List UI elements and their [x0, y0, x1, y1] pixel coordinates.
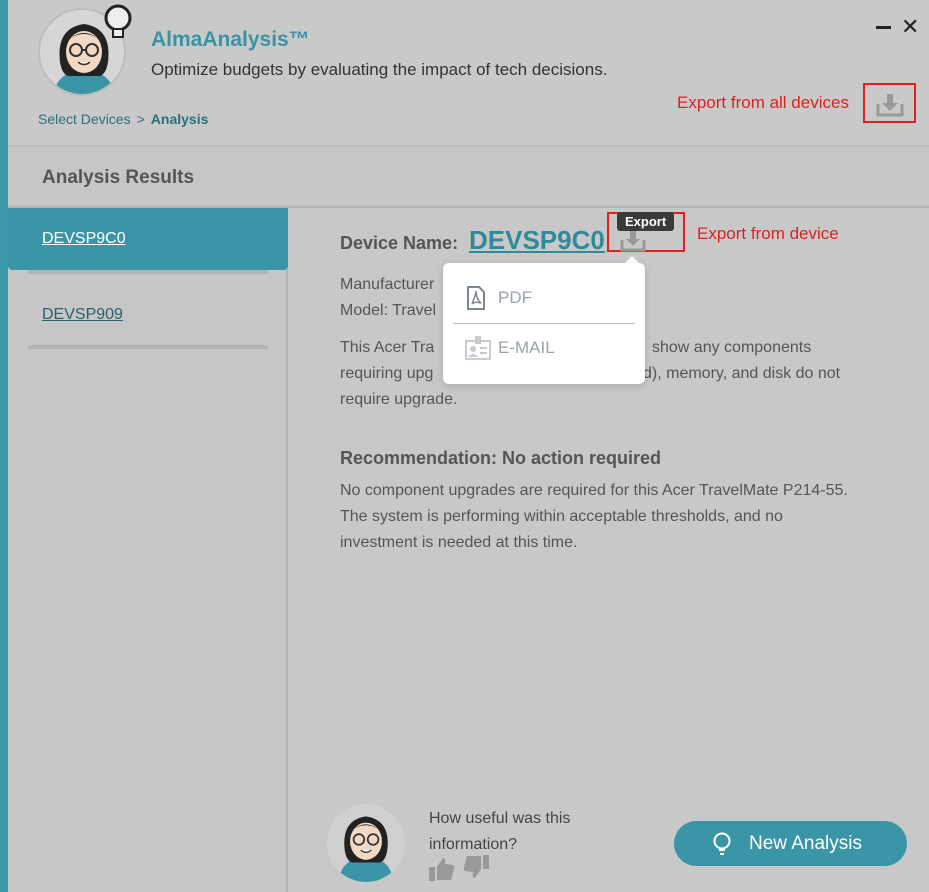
export-email-label[interactable]: E-MAIL — [498, 338, 555, 358]
export-menu: PDF E-MAIL — [443, 263, 645, 384]
export-device-button[interactable] — [620, 230, 646, 252]
description-line-3: require upgrade. — [340, 391, 458, 408]
feedback-question-line-2: information? — [429, 836, 518, 853]
device-item-devsp9c0[interactable]: DEVSP9C0 — [8, 208, 288, 270]
feedback-question: How useful was this information? — [429, 806, 629, 858]
recommendation-title: Recommendation: No action required — [340, 448, 662, 468]
breadcrumb-select-devices[interactable]: Select Devices — [38, 111, 131, 127]
export-device-annotation: Export from device — [697, 224, 839, 243]
results-title: Analysis Results — [42, 167, 195, 188]
description-line-1a: This Acer Tra — [340, 339, 435, 356]
minimize-icon[interactable] — [876, 26, 891, 29]
recommendation-line-3: investment is needed at this time. — [340, 534, 578, 551]
recommendation-line-1: No component upgrades are required for t… — [340, 482, 848, 499]
close-icon[interactable]: ✕ — [901, 16, 919, 38]
pdf-icon — [467, 286, 485, 310]
breadcrumb: Select Devices > Analysis — [38, 111, 208, 127]
thumbs-up-icon[interactable] — [428, 856, 456, 882]
breadcrumb-current: Analysis — [150, 111, 209, 127]
export-pdf-option[interactable]: PDF — [443, 274, 645, 322]
export-pdf-label[interactable]: PDF — [498, 288, 532, 308]
description-line-2b: d), memory, and disk do not — [643, 365, 841, 382]
device-list: DEVSP9C0 DEVSP909 — [8, 208, 288, 892]
app-header: AlmaAnalysis™ Optimize budgets by evalua… — [8, 0, 929, 146]
results-bar: Analysis Results — [8, 146, 929, 208]
description-line-1b: show any components — [652, 339, 812, 356]
export-all-annotation: Export from all devices — [677, 93, 849, 112]
divider — [28, 270, 268, 274]
manufacturer-text: Manufacturer — [340, 276, 435, 293]
left-accent-bar — [0, 0, 8, 892]
feedback-avatar — [327, 804, 405, 882]
thumbs-down-icon[interactable] — [462, 854, 490, 880]
recommendation-line-2: The system is performing within acceptab… — [340, 508, 783, 525]
breadcrumb-separator: > — [136, 111, 145, 127]
new-analysis-label[interactable]: New Analysis — [749, 833, 862, 855]
app-title: AlmaAnalysis™ — [151, 28, 310, 51]
export-email-option[interactable]: E-MAIL — [443, 324, 645, 372]
description-line-2a: requiring upg — [340, 365, 434, 382]
device-item-label[interactable]: DEVSP9C0 — [42, 230, 126, 248]
lightbulb-icon — [713, 832, 731, 855]
device-item-label[interactable]: DEVSP909 — [42, 306, 123, 324]
device-name-label: Device Name: — [340, 233, 459, 253]
export-all-button[interactable] — [875, 92, 905, 118]
feedback-question-line-1: How useful was this — [429, 810, 571, 827]
model-text: Model: Travel — [340, 302, 437, 319]
divider — [28, 345, 268, 349]
device-item-devsp909[interactable]: DEVSP909 — [8, 284, 288, 346]
device-name-value: DEVSP9C0 — [469, 225, 605, 255]
contact-card-icon — [465, 336, 491, 360]
lightbulb-icon — [104, 4, 132, 38]
export-tooltip: Export — [617, 212, 675, 231]
new-analysis-button[interactable]: New Analysis — [674, 821, 907, 866]
app-subtitle: Optimize budgets by evaluating the impac… — [151, 60, 608, 79]
